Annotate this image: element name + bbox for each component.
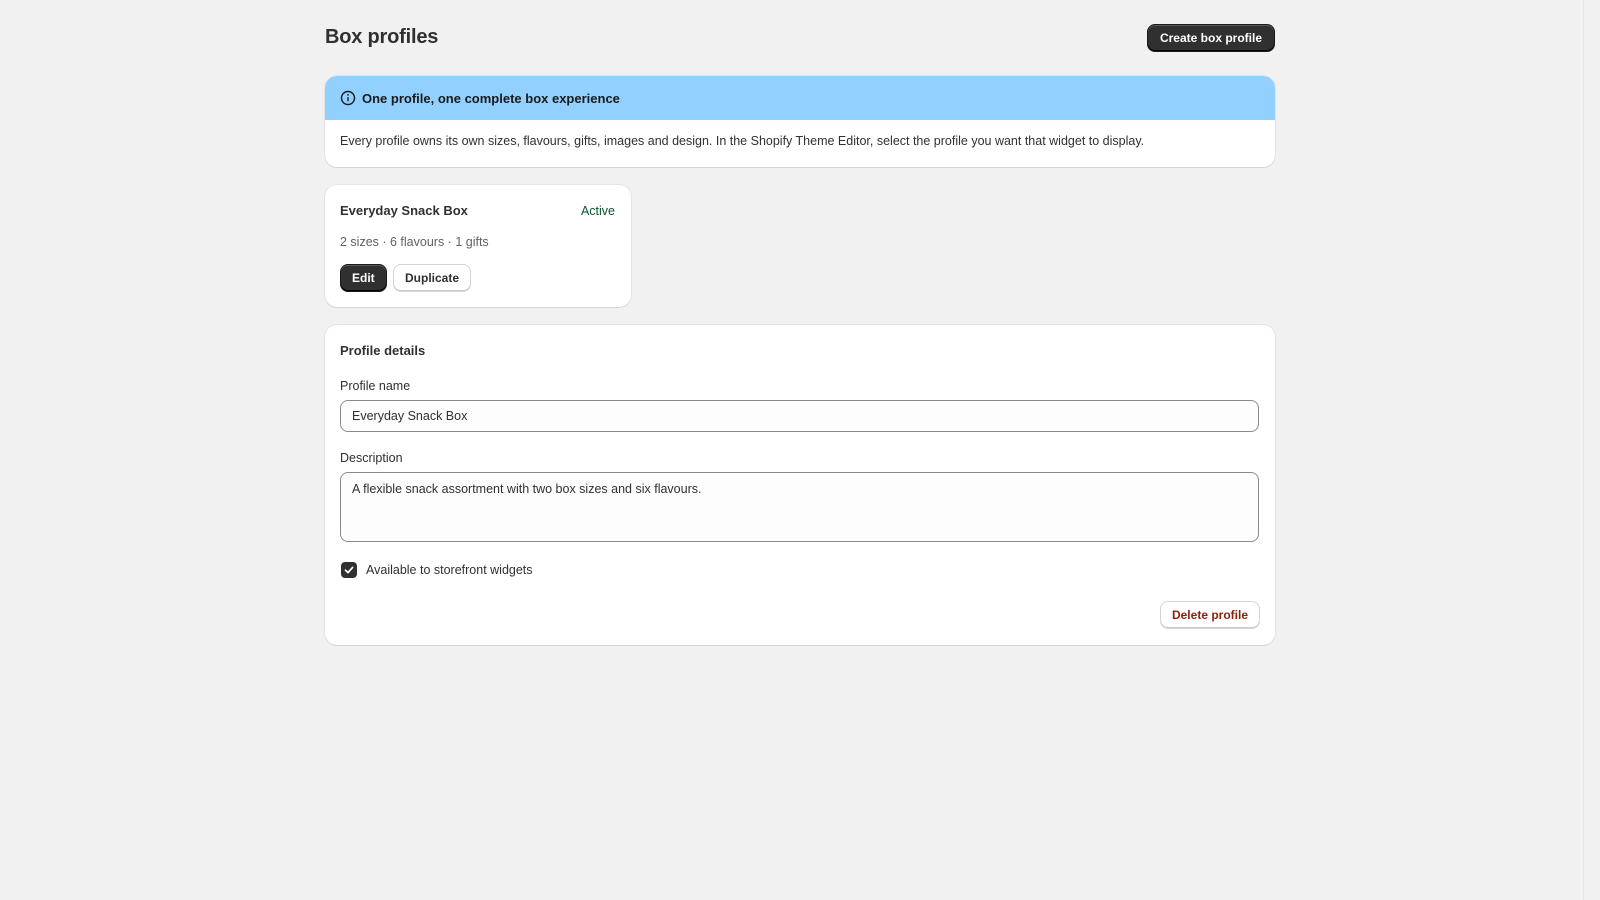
storefront-checkbox-row[interactable]: Available to storefront widgets [341, 562, 533, 578]
banner-header: One profile, one complete box experience [325, 76, 1275, 120]
info-banner: One profile, one complete box experience… [325, 76, 1275, 167]
info-icon [340, 90, 356, 106]
page: Box profiles Create box profile One prof… [0, 0, 1600, 900]
description-label: Description [340, 451, 403, 465]
storefront-checkbox-label: Available to storefront widgets [366, 563, 533, 577]
create-box-profile-button[interactable]: Create box profile [1146, 24, 1275, 52]
banner-body: Every profile owns its own sizes, flavou… [340, 134, 1145, 148]
page-title: Box profiles [325, 26, 439, 48]
profile-meta: 2 sizes · 6 flavours · 1 gifts [340, 235, 489, 249]
profile-details-card: Profile details Profile name Description… [325, 325, 1275, 645]
profile-name-input[interactable] [340, 400, 1259, 432]
banner-title: One profile, one complete box experience [362, 90, 620, 106]
section-title: Profile details [340, 343, 426, 358]
checkmark-icon [344, 566, 354, 574]
duplicate-button[interactable]: Duplicate [393, 264, 472, 292]
description-textarea[interactable]: A flexible snack assortment with two box… [340, 472, 1259, 542]
scrollbar[interactable] [1583, 0, 1600, 900]
page-header: Box profiles Create box profile [325, 24, 1275, 54]
profile-card: Everyday Snack Box Active 2 sizes · 6 fl… [325, 185, 631, 307]
delete-profile-button[interactable]: Delete profile [1159, 601, 1260, 629]
profile-name-label: Profile name [340, 379, 411, 393]
profile-name: Everyday Snack Box [340, 203, 468, 218]
edit-button[interactable]: Edit [340, 264, 387, 292]
status-badge: Active [580, 204, 615, 218]
storefront-checkbox[interactable] [341, 562, 357, 578]
